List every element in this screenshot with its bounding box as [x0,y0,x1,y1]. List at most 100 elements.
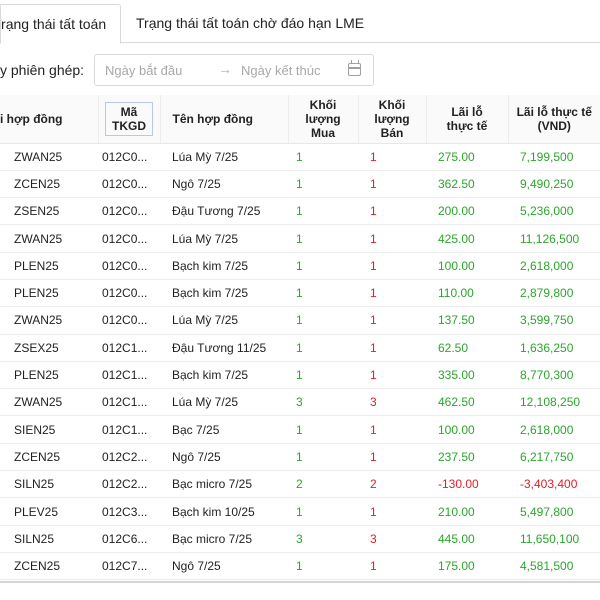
cell-khoi-luong-ban: 1 [358,279,426,308]
cell-khoi-luong-mua: 3 [288,525,358,553]
table-header-row: i hợp đồng Mã TKGD Tên hợp đồng Khối lượng… [0,95,600,144]
table-row[interactable]: ZCEN25 012C0... Ngô 7/25 1 1 362.50 9,490,250 [0,170,600,199]
header-ma-tkgd[interactable]: Mã TKGD [98,95,161,144]
cell-lai-lo-thuc-te: 137.50 [426,306,508,335]
header-khoi-luong-mua[interactable]: Khối lượng Mua [288,95,359,144]
cell-lai-lo-thuc-te: 237.50 [426,443,508,472]
table-row[interactable]: ZCEN25 012C2... Ngô 7/25 1 1 237.50 6,217,750 [0,443,600,472]
header-khoi-luong-ban[interactable]: Khối lượng Bán [358,95,427,144]
table-row[interactable]: SIEN25 012C1... Bạc 7/25 1 1 100.00 2,618,000 [0,415,600,444]
cell-khoi-luong-ban: 1 [358,415,426,444]
cell-khoi-luong-ban: 1 [358,197,426,226]
cell-khoi-luong-ban: 1 [358,252,426,280]
cell-lai-lo-thuc-te: 362.50 [426,170,508,199]
cell-ma-tkgd: 012C2... [98,443,160,472]
cell-khoi-luong-ban: 3 [358,388,426,417]
settlement-table: i hợp đồng Mã TKGD Tên hợp đồng Khối lượng… [0,95,600,581]
cell-lai-lo-thuc-te: 335.00 [426,361,508,390]
cell-hop-dong: ZCEN25 [0,170,98,199]
table-row[interactable]: ZWAN25 012C0... Lúa Mỳ 7/25 1 1 275.00 7,199,5… [0,143,600,171]
cell-hop-dong: ZWAN25 [0,224,98,253]
filter-label: y phiên ghép: [0,62,85,78]
cell-ma-tkgd: 012C1... [98,388,160,417]
cell-lai-lo-vnd: 2,879,800 [508,279,600,308]
cell-khoi-luong-ban: 1 [358,334,426,362]
cell-ma-tkgd: 012C0... [98,143,160,171]
table-bottom-border [0,581,600,583]
cell-lai-lo-vnd: 11,126,500 [508,224,600,253]
header-lai-lo-thuc-te-vnd[interactable]: Lãi lỗ thực tế (VND) [508,95,600,144]
cell-khoi-luong-ban: 1 [358,552,426,581]
cell-lai-lo-thuc-te: 175.00 [426,552,508,581]
cell-khoi-luong-ban: 3 [358,525,426,553]
table-row[interactable]: SILN25 012C6... Bạc micro 7/25 3 3 445.00 11,6… [0,525,600,553]
cell-ma-tkgd: 012C0... [98,279,160,308]
table-row[interactable]: SILN25 012C2... Bạc micro 7/25 2 2 -130.00 -3,… [0,470,600,499]
cell-khoi-luong-mua: 1 [288,279,358,308]
cell-khoi-luong-mua: 1 [288,334,358,362]
cell-khoi-luong-mua: 1 [288,443,358,472]
cell-khoi-luong-ban: 1 [358,170,426,199]
end-date-input[interactable]: Ngày kết thúc [241,63,321,78]
table-row[interactable]: ZSEN25 012C0... Đậu Tương 7/25 1 1 200.00 5,23… [0,197,600,226]
tab-trang-thai-tat-toan[interactable]: Trạng thái tất toán [0,4,121,44]
cell-khoi-luong-ban: 1 [358,224,426,253]
cell-ma-tkgd: 012C0... [98,197,160,226]
cell-lai-lo-vnd: 6,217,750 [508,443,600,472]
cell-khoi-luong-mua: 1 [288,306,358,335]
header-lai-lo-thuc-te[interactable]: Lãi lỗ thực tế [426,95,509,144]
cell-ten-hop-dong: Bạc micro 7/25 [160,525,288,553]
cell-lai-lo-vnd: 4,581,500 [508,552,600,581]
calendar-icon[interactable] [348,60,361,76]
cell-ma-tkgd: 012C6... [98,525,160,553]
header-ten-hop-dong[interactable]: Tên hợp đồng [160,95,289,144]
cell-ten-hop-dong: Ngô 7/25 [160,170,288,199]
cell-lai-lo-thuc-te: 100.00 [426,252,508,280]
tab-bar: Trạng thái tất toán Trạng thái tất toán … [0,0,600,44]
table-row[interactable]: ZWAN25 012C0... Lúa Mỳ 7/25 1 1 137.50 3,599,7… [0,306,600,335]
cell-hop-dong: PLEN25 [0,361,98,390]
table-row[interactable]: PLEN25 012C0... Bạch kim 7/25 1 1 100.00 2,618… [0,252,600,280]
cell-lai-lo-vnd: 7,199,500 [508,143,600,171]
cell-khoi-luong-mua: 1 [288,415,358,444]
cell-ten-hop-dong: Ngô 7/25 [160,443,288,472]
cell-ten-hop-dong: Lúa Mỳ 7/25 [160,306,288,335]
cell-ten-hop-dong: Bạch kim 7/25 [160,252,288,280]
cell-ten-hop-dong: Bạch kim 7/25 [160,279,288,308]
cell-lai-lo-vnd: -3,403,400 [508,470,600,499]
start-date-input[interactable]: Ngày bắt đầu [105,63,182,78]
cell-lai-lo-thuc-te: 425.00 [426,224,508,253]
cell-khoi-luong-ban: 1 [358,443,426,472]
cell-ten-hop-dong: Bạch kim 7/25 [160,361,288,390]
cell-khoi-luong-mua: 1 [288,361,358,390]
date-filter: y phiên ghép: Ngày bắt đầu → Ngày kết th… [0,54,600,86]
table-row[interactable]: ZWAN25 012C1... Lúa Mỳ 7/25 3 3 462.50 12,108,… [0,388,600,417]
cell-ma-tkgd: 012C0... [98,224,160,253]
table-row[interactable]: PLEN25 012C1... Bạch kim 7/25 1 1 335.00 8,770… [0,361,600,390]
cell-hop-dong: ZCEN25 [0,443,98,472]
cell-lai-lo-thuc-te: 62.50 [426,334,508,362]
cell-lai-lo-vnd: 12,108,250 [508,388,600,417]
header-hop-dong[interactable]: i hợp đồng [0,95,99,144]
cell-khoi-luong-ban: 2 [358,470,426,499]
table-row[interactable]: PLEN25 012C0... Bạch kim 7/25 1 1 110.00 2,879… [0,279,600,308]
cell-khoi-luong-ban: 1 [358,143,426,171]
cell-lai-lo-vnd: 2,618,000 [508,252,600,280]
table-row[interactable]: PLEV25 012C3... Bạch kim 10/25 1 1 210.00 5,49… [0,497,600,526]
cell-ten-hop-dong: Lúa Mỳ 7/25 [160,224,288,253]
cell-khoi-luong-mua: 1 [288,224,358,253]
tab-trang-thai-cho-dao-han-lme[interactable]: Trạng thái tất toán chờ đáo hạn LME [136,4,364,44]
date-range-picker[interactable]: Ngày bắt đầu → Ngày kết thúc [94,54,374,86]
cell-ma-tkgd: 012C2... [98,470,160,499]
cell-hop-dong: ZSEN25 [0,197,98,226]
cell-hop-dong: ZWAN25 [0,143,98,171]
cell-lai-lo-thuc-te: 100.00 [426,415,508,444]
cell-ma-tkgd: 012C1... [98,415,160,444]
cell-ma-tkgd: 012C3... [98,497,160,526]
table-row[interactable]: ZCEN25 012C7... Ngô 7/25 1 1 175.00 4,581,500 [0,552,600,581]
cell-lai-lo-vnd: 8,770,300 [508,361,600,390]
cell-lai-lo-thuc-te: 462.50 [426,388,508,417]
table-row[interactable]: ZSEX25 012C1... Đậu Tương 11/25 1 1 62.50 1,63… [0,334,600,362]
table-row[interactable]: ZWAN25 012C0... Lúa Mỳ 7/25 1 1 425.00 11,126,… [0,224,600,253]
arrow-right-icon: → [218,61,232,77]
